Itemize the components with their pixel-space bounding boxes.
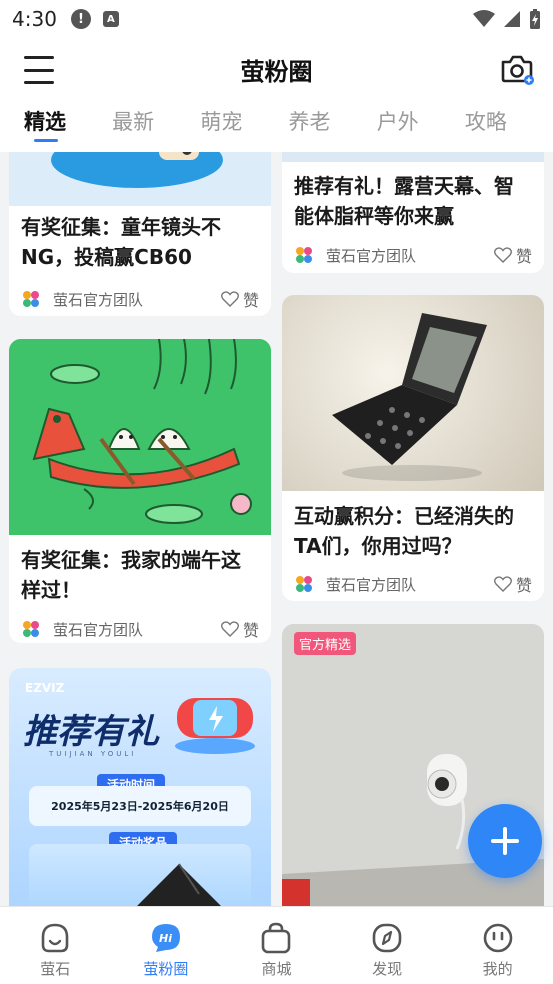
hi-bubble-icon: Hi: [151, 924, 180, 952]
bottom-nav: 萤石 Hi 萤粉圈 商城 发现 我的: [0, 906, 553, 984]
post-image-illustration: [9, 152, 271, 206]
nav-item-profile[interactable]: 我的: [442, 907, 553, 984]
nav-item-home[interactable]: 萤石: [0, 907, 111, 984]
post-author: 萤石官方团队: [53, 290, 144, 309]
ezviz-team-avatar-icon: [296, 247, 312, 263]
status-bar: 4:30 ! A: [0, 0, 553, 38]
post-meta: 萤石官方团队 赞: [294, 572, 532, 596]
alert-icon: !: [70, 9, 91, 29]
like-button[interactable]: 赞: [221, 617, 259, 641]
shopping-bag-icon: [262, 922, 291, 954]
face-icon: [41, 923, 69, 953]
tab-pets[interactable]: 萌宠: [200, 100, 288, 152]
nav-label: 我的: [482, 960, 513, 978]
promo-brand: EZVIZ: [25, 681, 65, 695]
heart-icon: [494, 247, 512, 263]
app-screen: 4:30 ! A 萤粉圈 精选 最新 萌宠 养老 户外 攻略 有奖征集：童年镜头…: [0, 0, 553, 984]
post-title: 有奖征集：童年镜头不NG，投稿赢CB60: [21, 215, 221, 269]
ezviz-team-avatar-icon: [23, 291, 39, 307]
status-time: 4:30: [12, 7, 57, 31]
svg-text:Hi: Hi: [159, 932, 172, 945]
featured-badge: 官方精选: [294, 632, 357, 655]
create-post-button[interactable]: [468, 804, 542, 878]
tab-latest[interactable]: 最新: [112, 100, 200, 152]
like-label: 赞: [515, 247, 532, 266]
post-card-referral-promo[interactable]: EZVIZ 推荐有礼 TUIJIAN YOULI 活动时间 2025年5月23日…: [9, 668, 271, 906]
nav-label: 萤粉圈: [143, 960, 189, 978]
post-meta: 萤石官方团队 赞: [21, 287, 259, 311]
ezviz-team-avatar-icon: [23, 621, 39, 637]
promo-title: 推荐有礼: [23, 712, 159, 752]
post-title: 推荐有礼！露营天幕、智能体脂秤等你来赢: [294, 174, 514, 228]
wifi-icon: [473, 10, 495, 27]
dragon-boat-illustration: [9, 339, 271, 535]
like-label: 赞: [515, 576, 532, 595]
promo-dates: 2025年5月23日-2025年6月20日: [51, 800, 229, 813]
post-title: 有奖征集：我家的端午这样过！: [21, 548, 241, 602]
nav-label: 萤石: [40, 960, 71, 978]
plus-icon: [491, 827, 519, 855]
like-button[interactable]: 赞: [221, 287, 259, 311]
nav-item-mall[interactable]: 商城: [221, 907, 332, 984]
post-image: [282, 295, 544, 491]
tab-outdoor[interactable]: 户外: [377, 100, 465, 152]
app-notification-icon: A: [102, 11, 119, 27]
heart-icon: [221, 291, 239, 307]
post-image: EZVIZ 推荐有礼 TUIJIAN YOULI 活动时间 2025年5月23日…: [9, 668, 271, 906]
post-author: 萤石官方团队: [326, 575, 417, 594]
nav-label: 商城: [261, 960, 292, 978]
tab-elderly[interactable]: 养老: [289, 100, 377, 152]
post-card-childhood[interactable]: 有奖征集：童年镜头不NG，投稿赢CB60 萤石官方团队 赞: [9, 152, 271, 316]
post-card-dragon-boat[interactable]: 有奖征集：我家的端午这样过！ 萤石官方团队 赞: [9, 339, 271, 643]
post-card-flip-phone[interactable]: 互动赢积分：已经消失的TA们，你用过吗？ 萤石官方团队 赞: [282, 295, 544, 601]
tab-guides[interactable]: 攻略: [465, 100, 553, 152]
post-author: 萤石官方团队: [53, 620, 144, 639]
promo-subtitle: TUIJIAN YOULI: [49, 750, 137, 758]
like-button[interactable]: 赞: [494, 572, 532, 596]
post-meta: 萤石官方团队 赞: [294, 243, 532, 267]
post-card-camping[interactable]: 推荐有礼！露营天幕、智能体脂秤等你来赢 萤石官方团队 赞: [282, 152, 544, 273]
nav-item-fans-circle[interactable]: Hi 萤粉圈: [111, 907, 222, 984]
post-image: [9, 339, 271, 535]
like-label: 赞: [242, 291, 259, 310]
post-feed[interactable]: 有奖征集：童年镜头不NG，投稿赢CB60 萤石官方团队 赞 有奖征集：我家的端午…: [0, 152, 553, 906]
post-image: [9, 152, 271, 206]
profile-face-icon: [483, 923, 512, 953]
page-title: 萤粉圈: [240, 58, 313, 86]
battery-icon: [530, 9, 540, 29]
compass-icon: [372, 923, 402, 953]
signal-icon: [504, 11, 520, 27]
category-tabs: 精选 最新 萌宠 养老 户外 攻略: [0, 100, 553, 152]
post-meta: 萤石官方团队 赞: [21, 617, 259, 641]
flip-phone-photo: [332, 313, 487, 481]
post-author: 萤石官方团队: [326, 246, 417, 265]
tab-featured[interactable]: 精选: [24, 100, 112, 152]
like-label: 赞: [242, 621, 259, 640]
tent-illustration: [137, 863, 221, 906]
promo-dates-box: 2025年5月23日-2025年6月20日: [29, 786, 251, 826]
post-title: 互动赢积分：已经消失的TA们，你用过吗？: [294, 504, 514, 558]
heart-icon: [221, 621, 239, 637]
battery-illustration: [175, 698, 255, 754]
nav-item-discover[interactable]: 发现: [332, 907, 443, 984]
ezviz-team-avatar-icon: [296, 576, 312, 592]
post-image: [282, 152, 544, 162]
app-header: 萤粉圈: [0, 38, 553, 100]
heart-icon: [494, 576, 512, 592]
camera-post-icon[interactable]: [499, 52, 535, 86]
promo-prize-box: [29, 844, 251, 906]
nav-label: 发现: [372, 960, 403, 978]
like-button[interactable]: 赞: [494, 243, 532, 267]
